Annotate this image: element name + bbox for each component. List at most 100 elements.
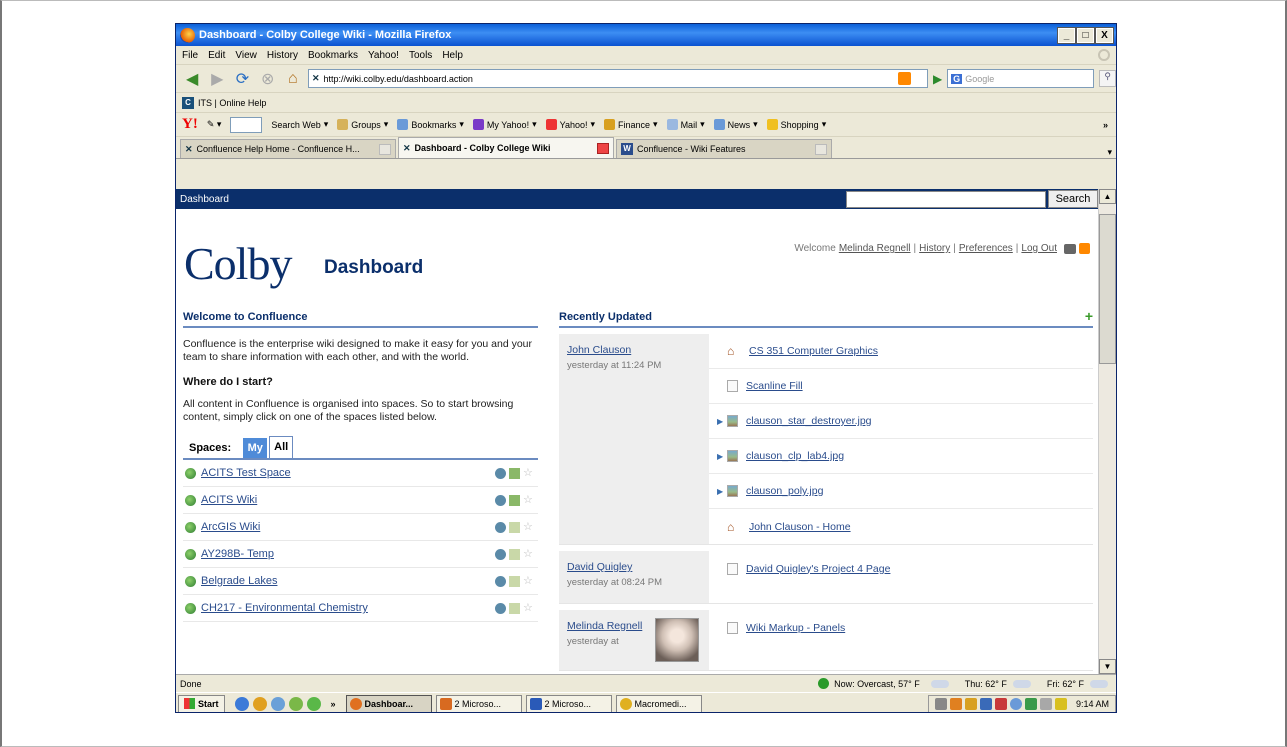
list-item[interactable]: ArcGIS Wiki ☆	[183, 514, 538, 541]
tray-icon[interactable]	[964, 697, 977, 710]
url-bar[interactable]: ✕ http://wiki.colby.edu/dashboard.action	[307, 69, 928, 88]
tab-close-icon[interactable]	[815, 143, 827, 155]
scroll-down-icon[interactable]: ▼	[1099, 659, 1116, 674]
tray-icon[interactable]	[1009, 697, 1022, 710]
tab-all-spaces[interactable]: All	[269, 436, 294, 458]
list-item[interactable]: Belgrade Lakes ☆	[183, 568, 538, 595]
task-dashboard[interactable]: Dashboar...	[345, 694, 432, 712]
expand-arrow-icon[interactable]: ▶	[717, 417, 725, 426]
clock[interactable]: 9:14 AM	[1076, 699, 1109, 709]
yahoo-search-input[interactable]	[230, 116, 263, 133]
browse-icon[interactable]	[495, 467, 506, 479]
space-link[interactable]: ACITS Test Space	[201, 467, 291, 479]
yahoo-groups[interactable]: Groups ▾	[337, 119, 388, 130]
forward-arrow-icon[interactable]: ▶	[207, 69, 227, 89]
add-page-icon[interactable]	[509, 494, 520, 506]
breadcrumb[interactable]: Dashboard	[180, 194, 229, 205]
tray-icon[interactable]	[979, 697, 992, 710]
page-link[interactable]: David Quigley's Project 4 Page	[746, 563, 890, 575]
space-link[interactable]: ArcGIS Wiki	[201, 521, 260, 533]
page-link[interactable]: CS 351 Computer Graphics	[749, 345, 878, 357]
add-page-icon[interactable]	[509, 548, 520, 560]
author-link[interactable]: John Clauson	[567, 344, 701, 356]
quicklaunch-overflow[interactable]: »	[331, 699, 336, 709]
task-microsoft-2[interactable]: 2 Microso...	[525, 694, 612, 712]
tab-close-icon[interactable]	[379, 143, 391, 155]
tray-icon[interactable]	[1054, 697, 1067, 710]
close-button[interactable]: X	[1095, 26, 1114, 44]
preferences-link[interactable]: Preferences	[959, 243, 1013, 254]
page-link[interactable]: John Clauson - Home	[749, 521, 851, 533]
rss-icon[interactable]	[897, 72, 911, 85]
space-link[interactable]: ACITS Wiki	[201, 494, 257, 506]
list-item[interactable]: ACITS Wiki ☆	[183, 487, 538, 514]
user-profile-link[interactable]: Melinda Regnell	[839, 243, 911, 254]
tab-dashboard[interactable]: ✕ Dashboard - Colby College Wiki	[398, 137, 614, 158]
avatar[interactable]	[655, 618, 699, 662]
yahoo-shopping[interactable]: Shopping ▾	[766, 119, 826, 130]
help-icon[interactable]	[934, 697, 947, 710]
stop-icon[interactable]: ⊗	[258, 69, 278, 89]
browse-icon[interactable]	[495, 548, 506, 560]
media-icon[interactable]	[270, 696, 285, 711]
printer-icon[interactable]	[1064, 243, 1076, 254]
search-engine-box[interactable]: G Google	[947, 69, 1095, 88]
network-icon[interactable]	[1039, 697, 1052, 710]
space-link[interactable]: Belgrade Lakes	[201, 575, 277, 587]
tab-close-icon[interactable]	[597, 142, 609, 154]
yahoo-finance[interactable]: Finance ▾	[604, 119, 658, 130]
task-macromedia[interactable]: Macromedi...	[615, 694, 702, 712]
tray-icon[interactable]	[994, 697, 1007, 710]
browse-icon[interactable]	[495, 575, 506, 587]
add-page-icon[interactable]	[509, 467, 520, 479]
attachment-link[interactable]: clauson_poly.jpg	[746, 485, 823, 497]
menu-yahoo[interactable]: Yahoo!	[368, 50, 399, 61]
yahoo-my-yahoo[interactable]: My Yahoo! ▾	[472, 119, 537, 130]
star-icon[interactable]: ☆	[523, 548, 534, 560]
tray-icon[interactable]	[1024, 697, 1037, 710]
menu-file[interactable]: File	[182, 50, 198, 61]
refresh-quicklaunch-icon[interactable]	[306, 696, 321, 711]
menu-view[interactable]: View	[235, 50, 257, 61]
star-icon[interactable]: ☆	[523, 575, 534, 587]
menu-history[interactable]: History	[267, 50, 298, 61]
list-item[interactable]: CH217 - Environmental Chemistry ☆	[183, 595, 538, 622]
menu-help[interactable]: Help	[442, 50, 463, 61]
yahoo-mail[interactable]: Mail ▾	[666, 119, 705, 130]
scroll-thumb[interactable]	[1099, 214, 1116, 364]
toolbar-overflow[interactable]: »	[1103, 120, 1108, 130]
expand-arrow-icon[interactable]: ▶	[717, 487, 725, 496]
browse-icon[interactable]	[495, 521, 506, 533]
browse-icon[interactable]	[495, 494, 506, 506]
yahoo-news[interactable]: News ▾	[713, 119, 758, 130]
author-link[interactable]: David Quigley	[567, 561, 701, 573]
weather-widget[interactable]: Now: Overcast, 57° F Thu: 62° F Fri: 62°…	[818, 678, 1116, 689]
expand-arrow-icon[interactable]: ▶	[717, 452, 725, 461]
menu-bookmarks[interactable]: Bookmarks	[308, 50, 358, 61]
firefox-quicklaunch-icon[interactable]	[252, 696, 267, 711]
list-item[interactable]: AY298B- Temp ☆	[183, 541, 538, 568]
star-icon[interactable]: ☆	[523, 467, 534, 479]
attachment-link[interactable]: clauson_clp_lab4.jpg	[746, 450, 844, 462]
tab-confluence-help[interactable]: ✕ Confluence Help Home - Confluence H...	[180, 139, 396, 158]
history-link[interactable]: History	[919, 243, 950, 254]
space-link[interactable]: CH217 - Environmental Chemistry	[201, 602, 368, 614]
magnifier-icon[interactable]: ⚲	[1099, 70, 1116, 87]
site-search-input[interactable]	[846, 190, 1046, 208]
logout-link[interactable]: Log Out	[1021, 243, 1057, 254]
scroll-up-icon[interactable]: ▲	[1099, 189, 1116, 204]
space-link[interactable]: AY298B- Temp	[201, 548, 274, 560]
list-item[interactable]: ACITS Test Space ☆	[183, 460, 538, 487]
tab-my-spaces[interactable]: My	[243, 438, 268, 458]
browse-icon[interactable]	[495, 602, 506, 614]
google-icon[interactable]: G	[951, 73, 963, 84]
home-icon[interactable]: ⌂	[283, 69, 303, 89]
reload-icon[interactable]: ⟳	[232, 69, 252, 89]
maximize-button[interactable]: □	[1076, 26, 1095, 44]
yahoo-search-web[interactable]: Search Web ▾	[271, 119, 328, 130]
go-arrow-icon[interactable]: ▶	[933, 72, 942, 86]
add-plus-icon[interactable]: +	[1085, 309, 1093, 323]
colby-logo[interactable]: Colby	[184, 237, 292, 290]
pencil-icon[interactable]: ✎ ▾	[207, 119, 222, 130]
bookmark-its-help[interactable]: ITS | Online Help	[198, 98, 266, 108]
